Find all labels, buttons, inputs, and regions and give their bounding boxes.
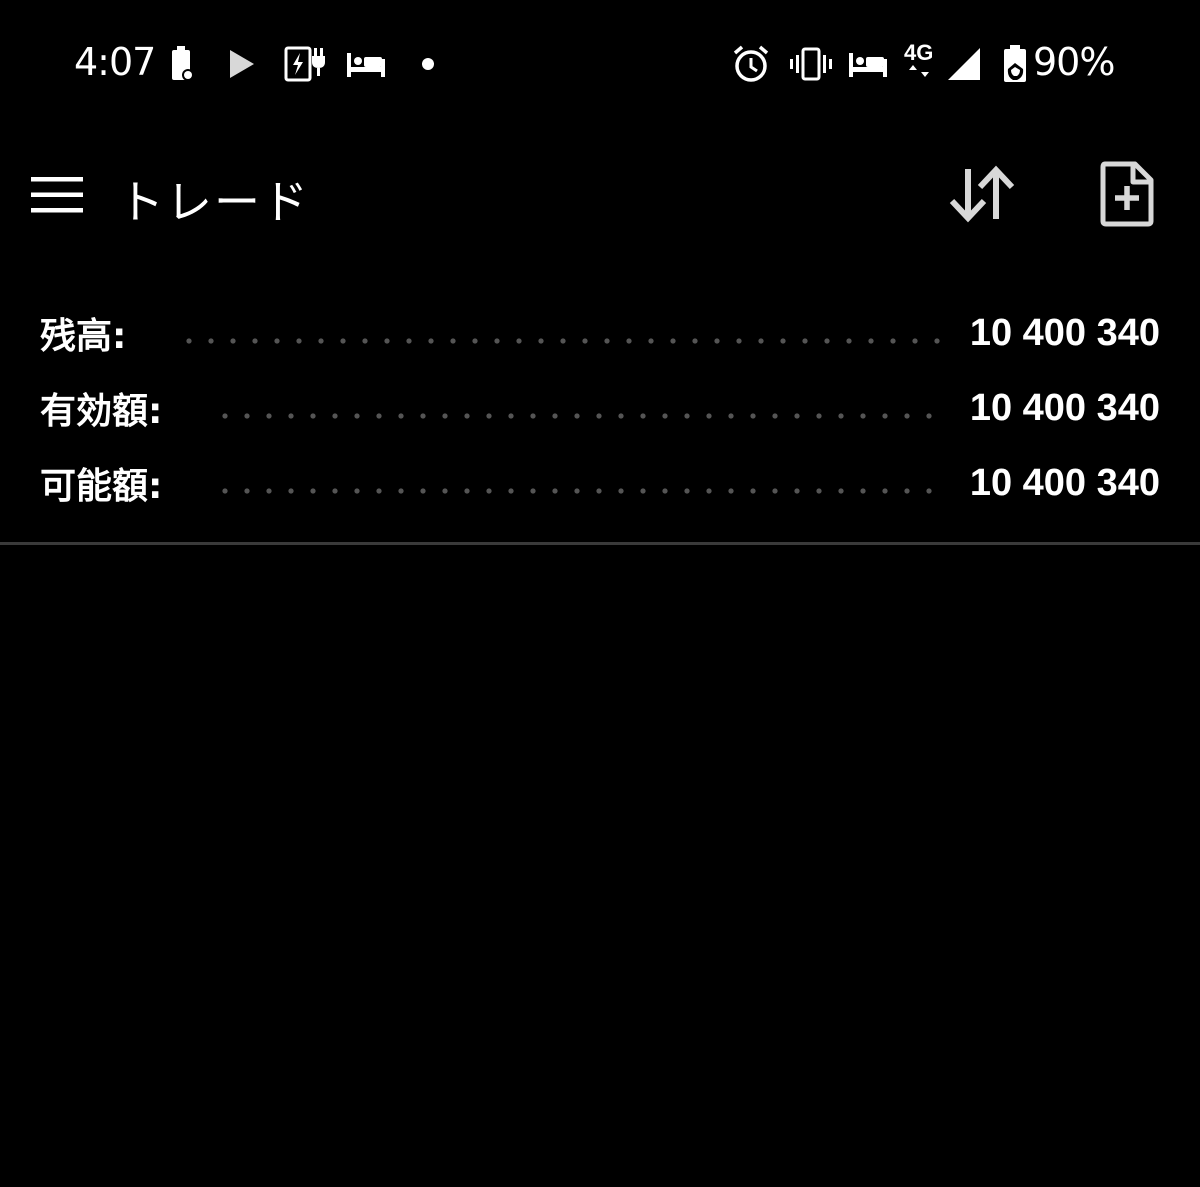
signal-icon — [946, 44, 982, 84]
dot-leader — [178, 338, 946, 344]
battery-percent: 90% — [1033, 40, 1115, 84]
effective-amount-label: 有効額: — [40, 391, 163, 432]
hamburger-menu-icon — [31, 177, 83, 213]
vibrate-icon — [790, 44, 832, 84]
battery-saver-icon — [168, 44, 196, 84]
menu-button[interactable] — [22, 160, 92, 230]
dot-leader — [214, 413, 946, 419]
charging-icon — [284, 44, 326, 84]
section-divider — [0, 542, 1200, 545]
balance-row: 残高: 10 400 340 — [40, 303, 1160, 363]
available-amount-row: 可能額: 10 400 340 — [40, 453, 1160, 513]
sort-button[interactable] — [944, 156, 1020, 232]
bed-icon — [346, 44, 386, 84]
balance-value: 10 400 340 — [969, 311, 1160, 354]
available-amount-value: 10 400 340 — [969, 461, 1160, 504]
dot-leader — [214, 488, 946, 494]
available-amount-label: 可能額: — [40, 466, 163, 507]
app-toolbar: トレード — [0, 130, 1200, 260]
add-document-icon — [1100, 161, 1154, 227]
status-time: 4:07 — [74, 40, 156, 84]
network-4g-icon: 4G — [904, 42, 933, 82]
effective-amount-row: 有効額: 10 400 340 — [40, 378, 1160, 438]
page-title: トレード — [118, 175, 310, 229]
battery-icon — [1002, 44, 1030, 84]
status-bar: 4:07 4G 90% — [0, 0, 1200, 130]
bed-icon — [848, 44, 888, 84]
play-store-icon — [226, 44, 258, 84]
alarm-icon — [731, 44, 771, 84]
sort-arrows-icon — [949, 165, 1015, 223]
new-document-button[interactable] — [1088, 152, 1166, 236]
effective-amount-value: 10 400 340 — [969, 386, 1160, 429]
network-label: 4G — [904, 40, 934, 65]
dot-icon — [420, 44, 436, 84]
balance-label: 残高: — [40, 316, 127, 357]
